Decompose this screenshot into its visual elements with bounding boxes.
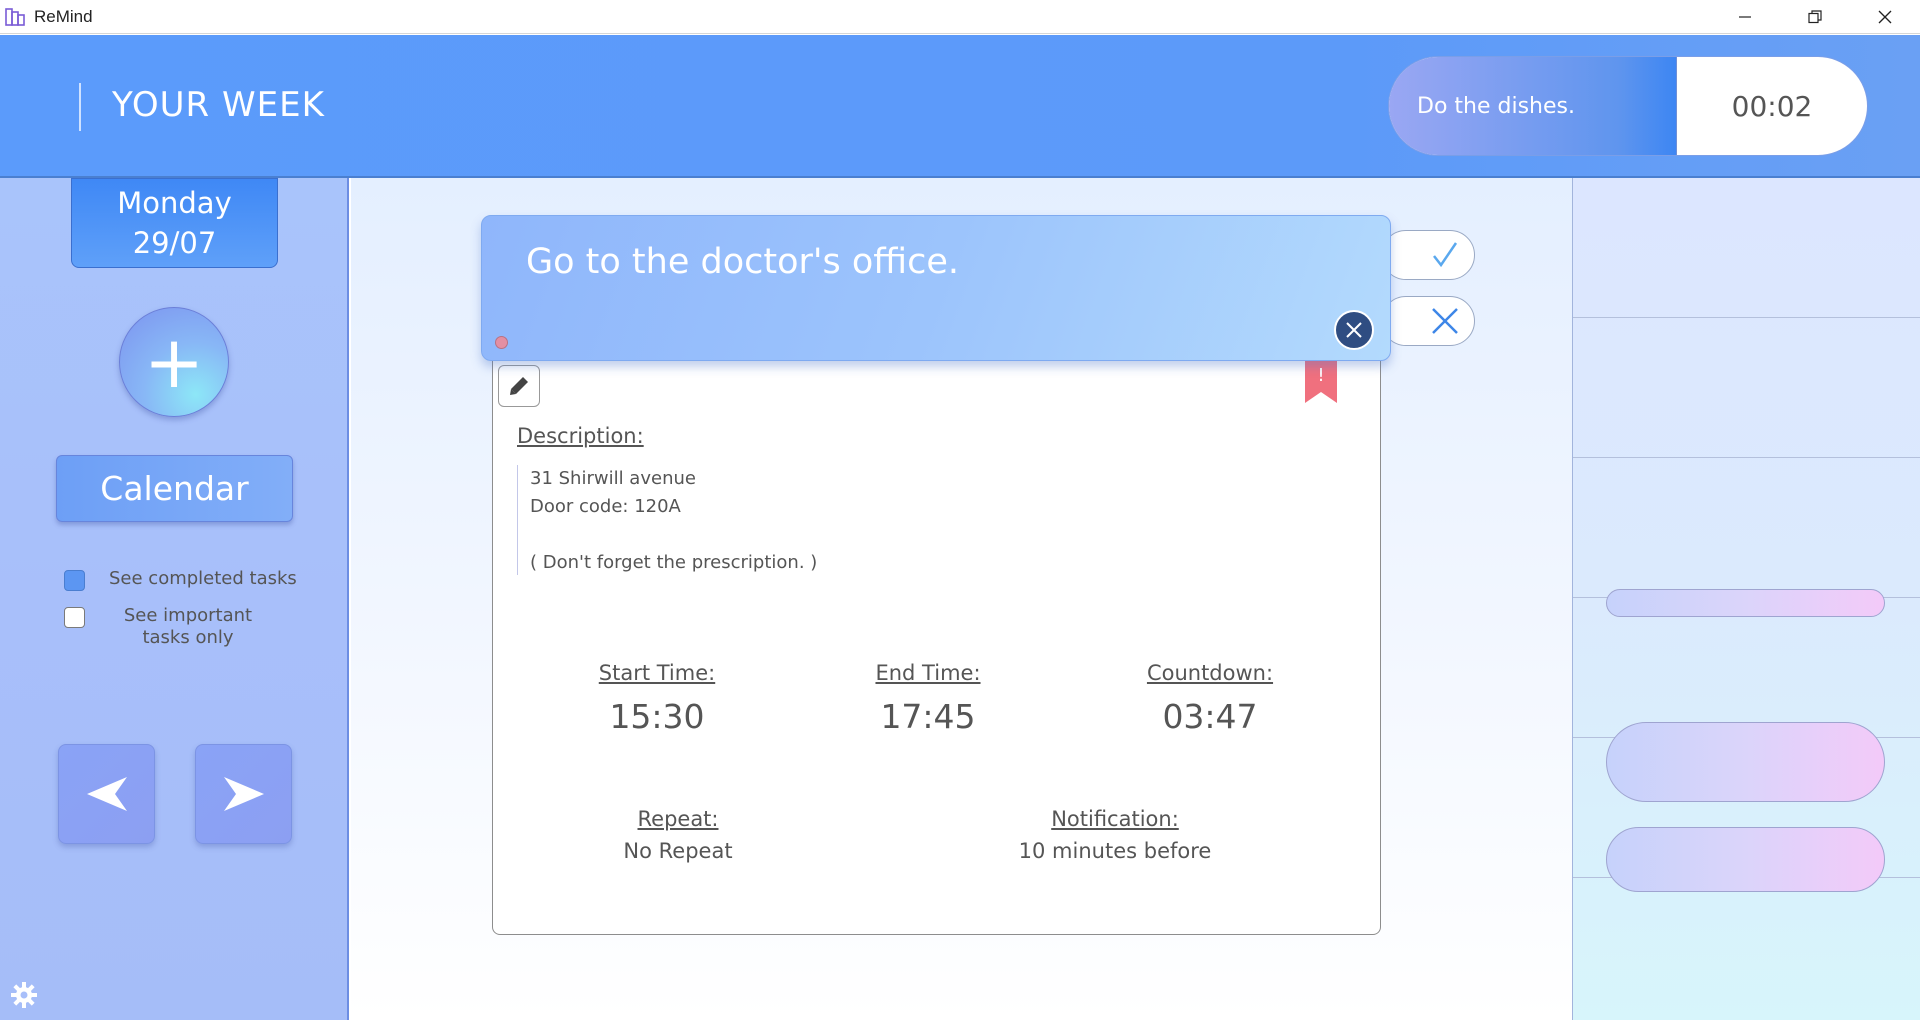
minimize-icon [1739,16,1751,18]
see-completed-checkbox[interactable] [64,570,85,591]
current-task-name: Do the dishes. [1389,57,1677,155]
timeline-task-block[interactable] [1606,722,1885,802]
window-titlebar: ReMind [0,0,1920,34]
notification-value: 10 minutes before [1018,839,1212,863]
repeat-value: No Repeat [623,839,733,863]
complete-task-button[interactable] [1381,230,1475,280]
page-title: YOUR WEEK [112,85,325,125]
countdown-label: Countdown: [1146,661,1274,685]
see-important-label: See important tasks only [123,605,253,648]
day-timeline [1572,178,1920,1020]
notification-stat: Notification: 10 minutes before [990,807,1240,863]
task-details-panel: ! Description: 31 Shirwill avenue Door c… [492,358,1381,935]
start-time-label: Start Time: [598,661,716,685]
hour-gridline [1573,317,1920,318]
end-time-label: End Time: [875,661,981,685]
next-week-button[interactable] [195,744,292,844]
close-task-details-button[interactable] [1334,310,1374,350]
description-line: 31 Shirwill avenue [530,468,696,489]
notification-label: Notification: [1051,807,1179,831]
description-line [530,521,817,549]
countdown-stat: Countdown: 03:47 [1110,661,1310,736]
current-day-name: Monday [117,186,232,220]
filter-important-row[interactable]: See important tasks only [64,605,273,649]
repeat-stat: Repeat: No Repeat [578,807,778,863]
close-icon [1878,10,1892,24]
plus-icon: + [143,320,205,404]
description-body: 31 Shirwill avenue Door code: 120A ( Don… [517,465,817,575]
important-mark: ! [1317,365,1324,386]
task-title: Go to the doctor's office. [526,242,960,282]
edit-task-button[interactable] [498,365,540,407]
gear-icon[interactable] [10,981,38,1009]
see-important-checkbox[interactable] [64,607,85,628]
timeline-task-block[interactable] [1606,589,1885,617]
arrow-right-icon [223,777,264,811]
description-line: Door code: 120A [530,496,681,517]
calendar-button-label: Calendar [100,469,249,508]
week-header: YOUR WEEK Do the dishes. 00:02 [0,35,1920,178]
restore-button[interactable] [1780,0,1850,34]
add-task-button[interactable]: + [119,307,229,417]
start-time-stat: Start Time: 15:30 [557,661,757,736]
pencil-icon [510,377,528,395]
countdown-value: 03:47 [1162,697,1258,736]
arrow-left-icon [86,777,127,811]
close-window-button[interactable] [1850,0,1920,34]
see-completed-label: See completed tasks [109,568,297,589]
timeline-task-block[interactable] [1606,827,1885,892]
current-day-date: 29/07 [132,226,217,260]
current-task-pill[interactable]: Do the dishes. 00:02 [1388,56,1868,156]
description-line: ( Don't forget the prescription. ) [530,552,818,573]
repeat-label: Repeat: [637,807,719,831]
app-logo-icon [5,7,25,26]
delete-task-button[interactable] [1381,296,1475,346]
checkmark-icon [1433,242,1458,268]
close-icon [1346,322,1362,338]
end-time-stat: End Time: 17:45 [828,661,1028,736]
x-icon [1432,308,1458,334]
minimize-button[interactable] [1710,0,1780,34]
hour-gridline [1573,457,1920,458]
restore-icon [1808,10,1822,24]
current-task-timer: 00:02 [1731,89,1813,123]
end-time-value: 17:45 [880,697,976,736]
description-label: Description: [517,424,644,448]
header-divider [79,83,81,131]
previous-week-button[interactable] [58,744,155,844]
filter-completed-row[interactable]: See completed tasks [64,568,297,591]
app-title: ReMind [34,6,93,26]
current-date: Monday 29/07 [71,178,278,268]
important-flag-icon: ! [1305,359,1337,403]
task-card-header: Go to the doctor's office. [481,215,1391,361]
task-status-dot [495,336,508,349]
window-controls [1710,0,1920,34]
start-time-value: 15:30 [609,697,705,736]
left-sidebar: Monday 29/07 + Calendar See completed ta… [0,178,349,1020]
main-content: Go to the doctor's office. ! Description… [351,178,1572,1020]
calendar-button[interactable]: Calendar [56,455,293,522]
